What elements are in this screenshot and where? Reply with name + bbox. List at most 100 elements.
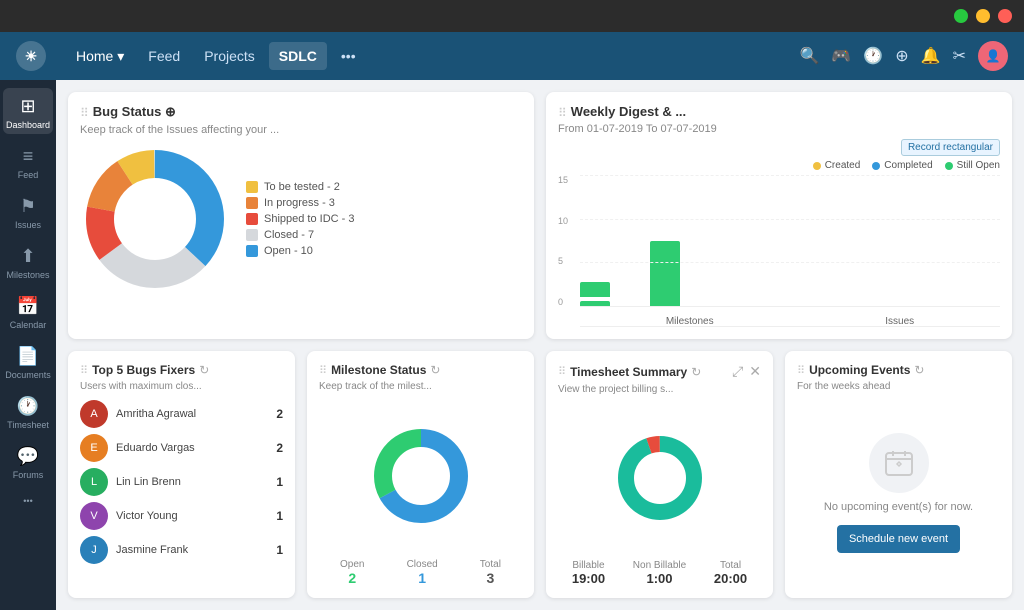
- legend-label-completed: Completed: [884, 160, 932, 171]
- issues-icon: ⚑: [20, 196, 36, 217]
- legend-open: Open - 10: [246, 245, 355, 257]
- nav-home[interactable]: Home ▾: [66, 42, 134, 71]
- weekly-date-range: From 01-07-2019 To 07-07-2019: [558, 123, 1000, 135]
- nav-sdlc[interactable]: SDLC: [269, 42, 327, 70]
- expand-timesheet-icon[interactable]: ⤢: [732, 363, 743, 380]
- sidebar-item-issues[interactable]: ⚑ Issues: [3, 188, 53, 234]
- legend-closed: Closed - 7: [246, 229, 355, 241]
- timesheet-icon: 🕐: [17, 396, 39, 417]
- calendar-empty-icon: [869, 433, 929, 493]
- topnav: ☀ Home ▾ Feed Projects SDLC ••• 🔍 🎮 🕐 ⊕ …: [0, 32, 1024, 80]
- nav-links: Home ▾ Feed Projects SDLC •••: [66, 42, 780, 71]
- timesheet-stat-nonbillable: Non Billable 1:00: [633, 560, 686, 586]
- timesheet-value-total: 20:00: [714, 571, 747, 586]
- game-icon[interactable]: 🎮: [831, 46, 851, 66]
- window-btn-red[interactable]: [998, 9, 1012, 23]
- fixer-name-1: Eduardo Vargas: [116, 442, 268, 454]
- settings-icon[interactable]: ✂: [953, 46, 966, 66]
- timesheet-label-billable: Billable: [572, 560, 605, 571]
- fixer-item-1: E Eduardo Vargas 2: [80, 434, 283, 462]
- refresh-bugs-icon[interactable]: ↻: [199, 363, 209, 377]
- fixer-item-3: V Victor Young 1: [80, 502, 283, 530]
- sidebar-label-feed: Feed: [18, 170, 39, 180]
- nav-more[interactable]: •••: [331, 42, 366, 70]
- milestone-subtitle: Keep track of the milest...: [319, 381, 522, 392]
- forums-icon: 💬: [17, 446, 39, 467]
- bug-status-content: To be tested - 2 In progress - 3 Shipped…: [80, 144, 522, 294]
- schedule-new-event-button[interactable]: Schedule new event: [837, 525, 960, 553]
- bug-status-card: ⠿ Bug Status ⊕ Keep track of the Issues …: [68, 92, 534, 339]
- fixer-avatar-0: A: [80, 400, 108, 428]
- milestone-donut: [366, 421, 476, 531]
- sidebar-item-dashboard[interactable]: ⊞ Dashboard: [3, 88, 53, 134]
- sidebar-item-calendar[interactable]: 📅 Calendar: [3, 288, 53, 334]
- window-btn-green[interactable]: [954, 9, 968, 23]
- milestone-value-open: 2: [340, 570, 364, 586]
- timesheet-actions: ⤢ ✕: [732, 363, 761, 380]
- refresh-milestone-icon[interactable]: ↻: [430, 363, 440, 377]
- legend-to-be-tested: To be tested - 2: [246, 181, 355, 193]
- x-label-milestones: Milestones: [666, 316, 714, 327]
- legend-label-open: Open - 10: [264, 245, 313, 257]
- bug-status-subtitle: Keep track of the Issues affecting your …: [80, 124, 522, 136]
- refresh-upcoming-icon[interactable]: ↻: [914, 363, 924, 377]
- bar-issues-green: [650, 241, 680, 306]
- record-rectangular-btn[interactable]: Record rectangular: [901, 139, 1000, 156]
- fixer-avatar-2: L: [80, 468, 108, 496]
- fixer-avatar-4: J: [80, 536, 108, 564]
- fixer-count-2: 1: [276, 475, 283, 489]
- timesheet-donut: [610, 428, 710, 528]
- bug-legend: To be tested - 2 In progress - 3 Shipped…: [246, 181, 355, 257]
- sidebar-item-forums[interactable]: 💬 Forums: [3, 438, 53, 484]
- timesheet-label-total: Total: [714, 560, 747, 571]
- timesheet-label-nonbillable: Non Billable: [633, 560, 686, 571]
- sidebar-item-milestones[interactable]: ⬆ Milestones: [3, 238, 53, 284]
- timesheet-title: Timesheet Summary: [570, 365, 687, 379]
- window-btn-yellow[interactable]: [976, 9, 990, 23]
- timesheet-stats: Billable 19:00 Non Billable 1:00 Total 2…: [558, 560, 761, 586]
- legend-label-inprogress: In progress - 3: [264, 197, 335, 209]
- drag-handle-upcoming: ⠿: [797, 364, 805, 377]
- milestone-stats: Open 2 Closed 1 Total 3: [319, 559, 522, 586]
- sidebar-item-feed[interactable]: ≡ Feed: [3, 138, 53, 184]
- sidebar-item-more[interactable]: •••: [3, 488, 53, 510]
- milestone-value-total: 3: [480, 570, 501, 586]
- add-icon[interactable]: ⊕: [895, 46, 908, 66]
- upcoming-events-card: ⠿ Upcoming Events ↻ For the weeks ahead: [785, 351, 1012, 598]
- timesheet-donut-wrapper: [558, 403, 761, 552]
- nav-feed[interactable]: Feed: [138, 42, 190, 70]
- sidebar-label-more: •••: [23, 496, 32, 506]
- milestone-stat-total: Total 3: [480, 559, 501, 586]
- legend-label-tested: To be tested - 2: [264, 181, 340, 193]
- calendar-icon: 📅: [17, 296, 39, 317]
- sidebar-item-documents[interactable]: 📄 Documents: [3, 338, 53, 384]
- fixer-item-2: L Lin Lin Brenn 1: [80, 468, 283, 496]
- close-timesheet-icon[interactable]: ✕: [749, 363, 761, 380]
- legend-created: Created: [813, 160, 861, 171]
- top-bugs-subtitle: Users with maximum clos...: [80, 381, 283, 392]
- bell-icon[interactable]: 🔔: [921, 46, 941, 66]
- timesheet-stat-total: Total 20:00: [714, 560, 747, 586]
- fixer-item-4: J Jasmine Frank 1: [80, 536, 283, 564]
- fixer-avatar-1: E: [80, 434, 108, 462]
- fixer-name-0: Amritha Agrawal: [116, 408, 268, 420]
- upcoming-header: ⠿ Upcoming Events ↻: [797, 363, 1000, 377]
- bug-donut-chart: [80, 144, 230, 294]
- timesheet-value-billable: 19:00: [572, 571, 605, 586]
- bar-milestones: [580, 282, 610, 306]
- legend-dot-shipped: [246, 213, 258, 225]
- documents-icon: 📄: [17, 346, 39, 367]
- weekly-digest-card: ⠿ Weekly Digest & ... From 01-07-2019 To…: [546, 92, 1012, 339]
- clock-icon[interactable]: 🕐: [863, 46, 883, 66]
- timesheet-subtitle: View the project billing s...: [558, 384, 761, 395]
- refresh-timesheet-icon[interactable]: ↻: [691, 365, 701, 379]
- milestone-stat-open: Open 2: [340, 559, 364, 586]
- legend-label-created: Created: [825, 160, 861, 171]
- nav-projects[interactable]: Projects: [194, 42, 265, 70]
- user-avatar[interactable]: 👤: [978, 41, 1008, 71]
- milestone-label-open: Open: [340, 559, 364, 570]
- top-bugs-header: ⠿ Top 5 Bugs Fixers ↻: [80, 363, 283, 377]
- dashboard-icon: ⊞: [20, 96, 35, 117]
- search-icon[interactable]: 🔍: [800, 46, 820, 66]
- sidebar-item-timesheet[interactable]: 🕐 Timesheet: [3, 388, 53, 434]
